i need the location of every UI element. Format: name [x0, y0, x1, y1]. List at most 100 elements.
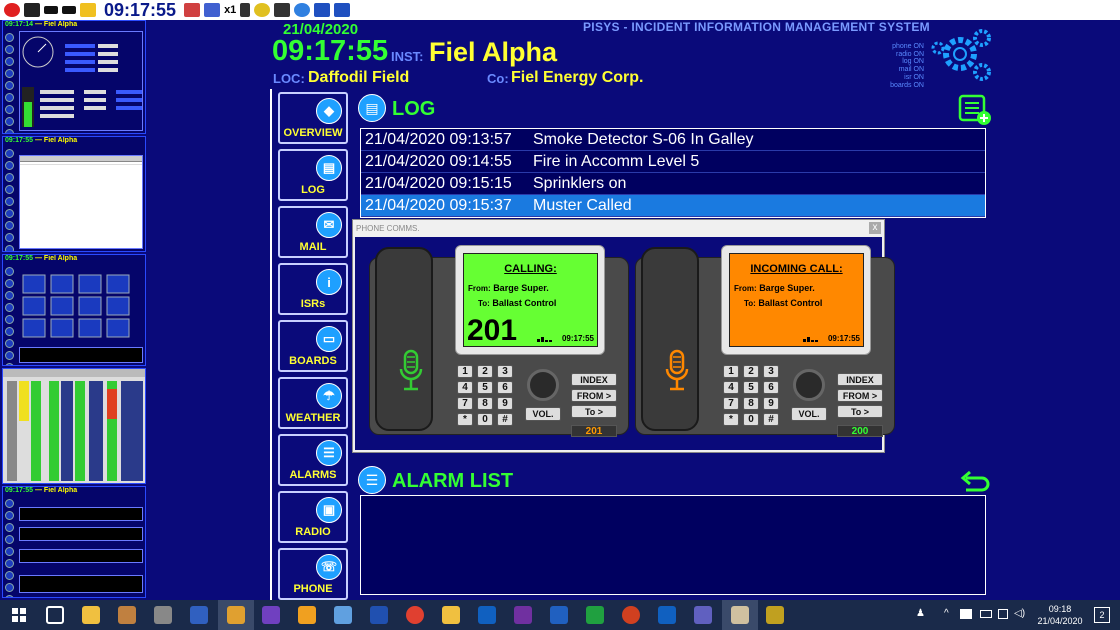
keypad-key[interactable]: # [763, 413, 779, 426]
keypad-key[interactable]: 8 [743, 397, 759, 410]
nav-mail[interactable]: ✉ MAIL [278, 206, 348, 258]
keypad-key[interactable]: 4 [723, 381, 739, 394]
keypad-key[interactable]: 1 [723, 365, 739, 378]
app-icon-7[interactable] [334, 606, 352, 624]
keypad-key[interactable]: 4 [457, 381, 473, 394]
music-icon[interactable] [240, 3, 251, 17]
nav-alarms[interactable]: ☰ ALARMS [278, 434, 348, 486]
volume-icon[interactable]: ◁) [1014, 608, 1025, 619]
outlook-icon-2[interactable] [658, 606, 676, 624]
handset[interactable] [641, 247, 699, 431]
nav-weather[interactable]: ☂ WEATHER [278, 377, 348, 429]
log-entry[interactable]: 21/04/2020 09:15:15 Sprinklers on [361, 173, 985, 195]
log-entry[interactable]: 21/04/2020 09:14:55 Fire in Accomm Level … [361, 151, 985, 173]
close-icon[interactable]: x [869, 222, 881, 234]
index-button[interactable]: INDEX [571, 373, 617, 386]
keypad-key[interactable]: 1 [457, 365, 473, 378]
chevron-up-icon[interactable]: ^ [944, 608, 949, 619]
thumbnail-table[interactable] [2, 368, 146, 484]
house-icon[interactable] [184, 3, 201, 17]
app-icon-3[interactable] [190, 606, 208, 624]
keypad-key[interactable]: 2 [477, 365, 493, 378]
keypad-key[interactable]: * [723, 413, 739, 426]
outlook-icon[interactable] [478, 606, 496, 624]
thumbnail-mail[interactable]: 09:17:55 — Fiel Alpha [2, 486, 146, 598]
index-button[interactable]: INDEX [837, 373, 883, 386]
thumbnail-checklist[interactable]: 09:17:55 — Fiel Alpha [2, 136, 146, 252]
tape-icon[interactable] [44, 6, 58, 14]
binoculars-icon[interactable] [274, 3, 291, 17]
network-icon[interactable] [998, 609, 1008, 619]
nav-boards[interactable]: ▭ BOARDS [278, 320, 348, 372]
nav-radio[interactable]: ▣ RADIO [278, 491, 348, 543]
app-icon-2[interactable] [154, 606, 172, 624]
exit-icon[interactable] [80, 3, 96, 17]
window-icon[interactable] [334, 3, 351, 17]
keypad-key[interactable]: 2 [743, 365, 759, 378]
log-list[interactable]: 21/04/2020 09:13:57 Smoke Detector S-06 I… [360, 128, 986, 218]
battery-icon[interactable] [980, 610, 992, 618]
word-icon[interactable] [550, 606, 568, 624]
keypad-key[interactable]: 5 [743, 381, 759, 394]
keypad-key[interactable]: 8 [477, 397, 493, 410]
app-icon-4[interactable] [227, 606, 245, 624]
windows-start-icon[interactable] [10, 606, 28, 624]
to-button[interactable]: To > [571, 405, 617, 418]
thumbnail-overview[interactable]: 09:17:14 — Fiel Alpha [2, 20, 146, 134]
dropbox-icon[interactable] [960, 609, 972, 619]
task-view-icon[interactable] [46, 606, 64, 624]
nav-isrs[interactable]: i ISRs [278, 263, 348, 315]
excel-icon[interactable] [586, 606, 604, 624]
nav-disc[interactable] [793, 369, 825, 401]
volume-button[interactable]: VOL. [525, 407, 561, 421]
save-icon[interactable] [314, 3, 331, 17]
chrome-icon[interactable] [406, 606, 424, 624]
from-button[interactable]: FROM > [571, 389, 617, 402]
chart-icon[interactable] [204, 3, 221, 17]
file-explorer-icon[interactable] [82, 606, 100, 624]
app-icon-11[interactable] [766, 606, 784, 624]
nav-overview[interactable]: ◆ OVERVIEW [278, 92, 348, 144]
from-button[interactable]: FROM > [837, 389, 883, 402]
settings-gears-icon[interactable] [930, 28, 992, 84]
gear-icon[interactable] [294, 3, 311, 17]
powerpoint-icon[interactable] [622, 606, 640, 624]
back-arrow-icon[interactable] [960, 470, 990, 494]
tape-icon-2[interactable] [62, 6, 76, 14]
log-entry[interactable]: 21/04/2020 09:13:57 Smoke Detector S-06 I… [361, 129, 985, 151]
volume-button[interactable]: VOL. [791, 407, 827, 421]
stop-icon[interactable] [4, 3, 20, 17]
keypad-key[interactable]: 0 [477, 413, 493, 426]
tray-clock[interactable]: 09:18 21/04/2020 [1037, 603, 1083, 627]
keypad-key[interactable]: 7 [723, 397, 739, 410]
alarm-list[interactable] [360, 495, 986, 595]
keypad-key[interactable]: * [457, 413, 473, 426]
add-log-entry-icon[interactable] [958, 94, 992, 126]
handset[interactable] [375, 247, 433, 431]
nav-disc[interactable] [527, 369, 559, 401]
log-entry-selected[interactable]: 21/04/2020 09:15:37 Muster Called [361, 195, 985, 217]
keypad-key[interactable]: 3 [497, 365, 513, 378]
keypad-key[interactable]: 6 [497, 381, 513, 394]
zoom-level[interactable]: x1 [224, 4, 236, 16]
alarm-clock-icon[interactable] [254, 3, 271, 17]
teams-icon[interactable] [694, 606, 712, 624]
app-icon-10[interactable] [514, 606, 532, 624]
app-icon-8[interactable] [370, 606, 388, 624]
keypad-key[interactable]: 0 [743, 413, 759, 426]
pisys-icon[interactable] [731, 606, 749, 624]
nav-phone[interactable]: ☏ PHONE [278, 548, 348, 600]
keypad-key[interactable]: 9 [763, 397, 779, 410]
keypad-key[interactable]: 6 [763, 381, 779, 394]
camera-icon[interactable] [24, 3, 40, 17]
keypad-key[interactable]: # [497, 413, 513, 426]
to-button[interactable]: To > [837, 405, 883, 418]
notifications-icon[interactable]: 2 [1094, 607, 1110, 623]
keypad-key[interactable]: 9 [497, 397, 513, 410]
keypad-key[interactable]: 3 [763, 365, 779, 378]
app-icon-5[interactable] [262, 606, 280, 624]
app-icon-1[interactable] [118, 606, 136, 624]
app-icon-9[interactable] [442, 606, 460, 624]
app-icon-6[interactable] [298, 606, 316, 624]
keypad-key[interactable]: 5 [477, 381, 493, 394]
